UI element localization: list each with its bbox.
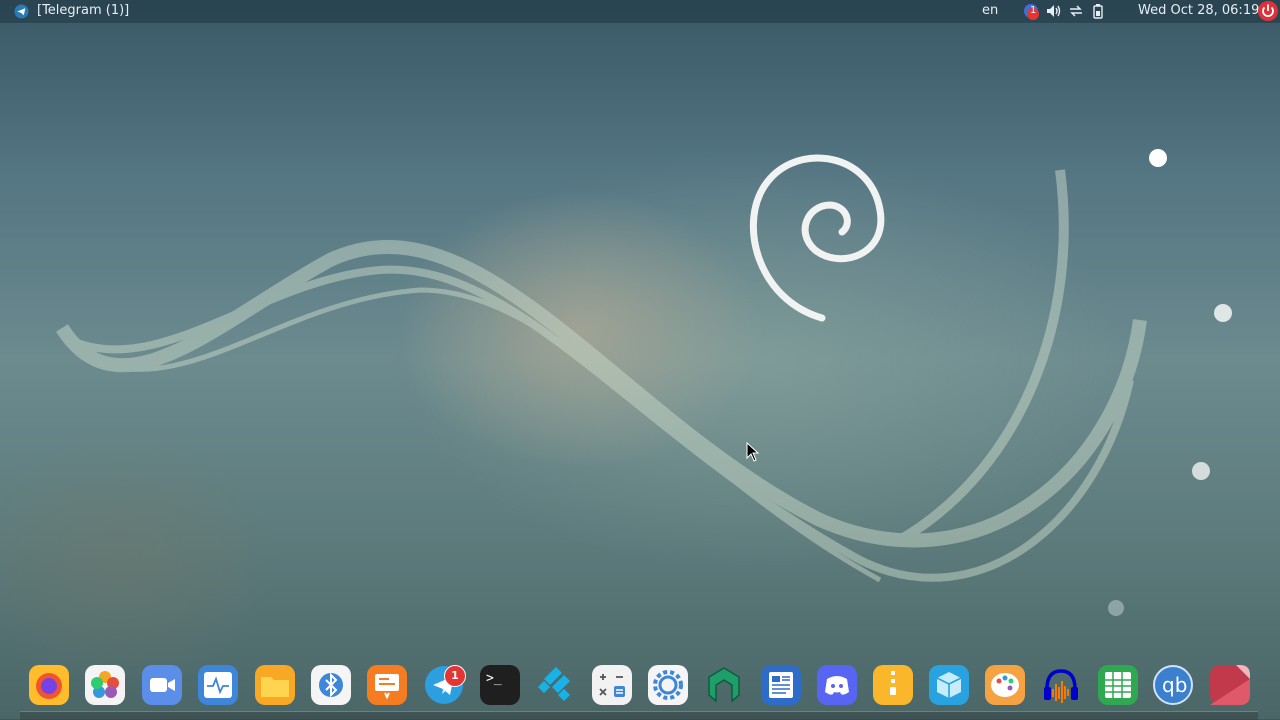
notification-count: 1 — [1030, 5, 1037, 16]
dock-item-audacity[interactable] — [1041, 665, 1081, 705]
octopi-icon — [708, 667, 740, 703]
mouse-cursor — [746, 442, 760, 462]
dock-item-settings[interactable] — [648, 665, 688, 705]
palette-icon — [985, 665, 1025, 705]
volume-icon[interactable] — [1045, 3, 1061, 19]
dock-item-package-manager[interactable] — [929, 665, 969, 705]
monitor-icon — [198, 665, 238, 705]
dock-item-archive-manager[interactable] — [873, 665, 913, 705]
dock-item-paint[interactable] — [985, 665, 1025, 705]
bluetooth-icon — [311, 665, 351, 705]
desktop-wallpaper — [56, 149, 1232, 616]
active-window-title[interactable]: [Telegram (1)] — [37, 3, 129, 18]
battery-icon[interactable] — [1092, 3, 1104, 19]
dock-item-discord[interactable] — [817, 665, 857, 705]
dock-item-system-monitor[interactable] — [198, 665, 238, 705]
box-icon — [929, 665, 969, 705]
dock-item-document-viewer[interactable] — [1210, 665, 1250, 705]
dock-item-presentation[interactable] — [367, 665, 407, 705]
clock[interactable]: Wed Oct 28, 06:19 — [1138, 3, 1259, 18]
document-viewer-icon — [1210, 665, 1250, 705]
kodi-icon — [538, 667, 570, 701]
dock-item-text-editor[interactable] — [761, 665, 801, 705]
dock-item-bluetooth[interactable] — [311, 665, 351, 705]
keyboard-layout-indicator[interactable]: en — [982, 3, 998, 18]
archive-icon — [873, 665, 913, 705]
debian-logo — [749, 154, 885, 322]
camera-icon — [142, 665, 182, 705]
telegram-icon[interactable] — [14, 4, 29, 19]
dock-item-qbittorrent[interactable]: qb — [1153, 665, 1193, 705]
dock-item-files[interactable] — [255, 665, 295, 705]
calculator-icon — [592, 665, 632, 705]
dock-item-video-call[interactable] — [142, 665, 182, 705]
dock-item-spreadsheet[interactable] — [1098, 665, 1138, 705]
dock-item-calculator[interactable] — [592, 665, 632, 705]
telegram-unread-badge: 1 — [444, 665, 466, 687]
top-panel: [Telegram (1)] en 1 Wed Oct 28, 06:19 — [0, 0, 1280, 23]
dock-item-octopi[interactable] — [704, 665, 744, 705]
qbittorrent-icon: qb — [1162, 673, 1188, 697]
gear-icon — [648, 665, 688, 705]
presentation-icon — [367, 665, 407, 705]
spreadsheet-icon — [1098, 665, 1138, 705]
dock-item-photos[interactable] — [85, 665, 125, 705]
power-button[interactable] — [1258, 1, 1278, 21]
audacity-icon — [1044, 669, 1078, 703]
dock-item-terminal[interactable]: >_ — [480, 665, 520, 705]
discord-icon — [817, 665, 857, 705]
folder-icon — [255, 665, 295, 705]
network-icon[interactable] — [1068, 3, 1084, 19]
document-icon — [761, 665, 801, 705]
firefox-icon — [29, 665, 69, 705]
terminal-icon: >_ — [486, 671, 502, 686]
dock-item-kodi[interactable] — [536, 665, 576, 705]
photos-icon — [85, 665, 125, 705]
dock-item-firefox[interactable] — [29, 665, 69, 705]
power-icon — [1262, 4, 1274, 17]
